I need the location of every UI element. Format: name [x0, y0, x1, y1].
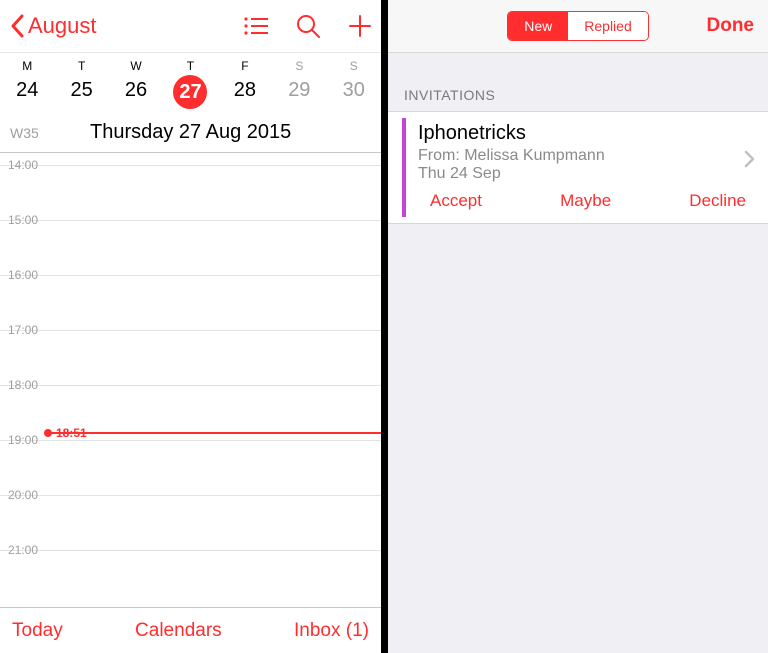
inbox-pane: New Replied Done INVITATIONS Iphonetrick… [388, 0, 768, 653]
maybe-button[interactable]: Maybe [552, 191, 619, 211]
hour-row: 16:00 [0, 275, 381, 330]
chevron-left-icon [10, 14, 24, 38]
calendars-button[interactable]: Calendars [135, 620, 222, 642]
invitation-card[interactable]: Iphonetricks From: Melissa Kumpmann Thu … [388, 111, 768, 224]
today-button[interactable]: Today [12, 620, 63, 642]
pane-divider [381, 0, 388, 653]
hour-label: 21:00 [8, 543, 38, 557]
inbox-button[interactable]: Inbox (1) [294, 620, 369, 642]
decline-button[interactable]: Decline [681, 191, 754, 211]
weekday-label: F [218, 53, 272, 75]
full-date: Thursday 27 Aug 2015 [40, 121, 381, 144]
invitation-body: Iphonetricks From: Melissa Kumpmann Thu … [406, 112, 768, 223]
day-cell[interactable]: 24 [0, 75, 54, 115]
invitation-title: Iphonetricks [418, 122, 758, 145]
chevron-right-icon [744, 150, 756, 168]
week-number: W35 [0, 125, 40, 141]
accept-button[interactable]: Accept [422, 191, 490, 211]
disclosure-chevron [744, 150, 756, 173]
hour-row: 17:00 [0, 330, 381, 385]
segment-replied[interactable]: Replied [568, 12, 647, 40]
day-cell[interactable]: 29 [272, 75, 326, 115]
back-label: August [28, 13, 97, 39]
hour-row: 20:00 [0, 495, 381, 550]
weekday-label: S [272, 53, 326, 75]
current-time-indicator: 18:51 [48, 432, 381, 434]
plus-icon [347, 13, 373, 39]
hour-label: 18:00 [8, 378, 38, 392]
weekday-label: T [54, 53, 108, 75]
day-cell[interactable]: 30 [327, 75, 381, 115]
back-to-month-button[interactable]: August [10, 13, 97, 39]
calendar-footer: Today Calendars Inbox (1) [0, 607, 381, 653]
hour-row: 14:00 [0, 165, 381, 220]
add-event-button[interactable] [347, 13, 373, 39]
hour-label: 14:00 [8, 158, 38, 172]
list-view-button[interactable] [243, 13, 269, 39]
day-cell[interactable]: 27 [163, 75, 217, 115]
day-cell[interactable]: 26 [109, 75, 163, 115]
current-time-label: 18:51 [56, 426, 87, 440]
calendar-pane: August [0, 0, 381, 653]
search-icon [295, 13, 321, 39]
section-header-invitations: INVITATIONS [388, 53, 768, 111]
hour-row: 19:00 [0, 440, 381, 495]
hour-label: 19:00 [8, 433, 38, 447]
weekday-label: S [327, 53, 381, 75]
inbox-filter-segmented: New Replied [507, 11, 649, 41]
hour-label: 20:00 [8, 488, 38, 502]
segment-new[interactable]: New [508, 12, 568, 40]
weekday-label: W [109, 53, 163, 75]
invitation-from: From: Melissa Kumpmann [418, 147, 758, 165]
hour-label: 16:00 [8, 268, 38, 282]
done-button[interactable]: Done [707, 15, 755, 37]
day-cell[interactable]: 25 [54, 75, 108, 115]
day-cell[interactable]: 28 [218, 75, 272, 115]
hour-label: 15:00 [8, 213, 38, 227]
week-bar: MTWTFSS 24252627282930 W35 Thursday 27 A… [0, 53, 381, 153]
inbox-header: New Replied Done [388, 0, 768, 53]
calendar-header: August [0, 0, 381, 53]
weekday-label: M [0, 53, 54, 75]
hour-label: 17:00 [8, 323, 38, 337]
search-button[interactable] [295, 13, 321, 39]
list-icon [243, 13, 269, 39]
day-timeline[interactable]: 14:0015:0016:0017:0018:0019:0020:0021:00… [0, 153, 381, 607]
hour-row: 21:00 [0, 550, 381, 605]
invitation-date: Thu 24 Sep [418, 165, 758, 183]
weekday-label: T [163, 53, 217, 75]
hour-row: 15:00 [0, 220, 381, 275]
